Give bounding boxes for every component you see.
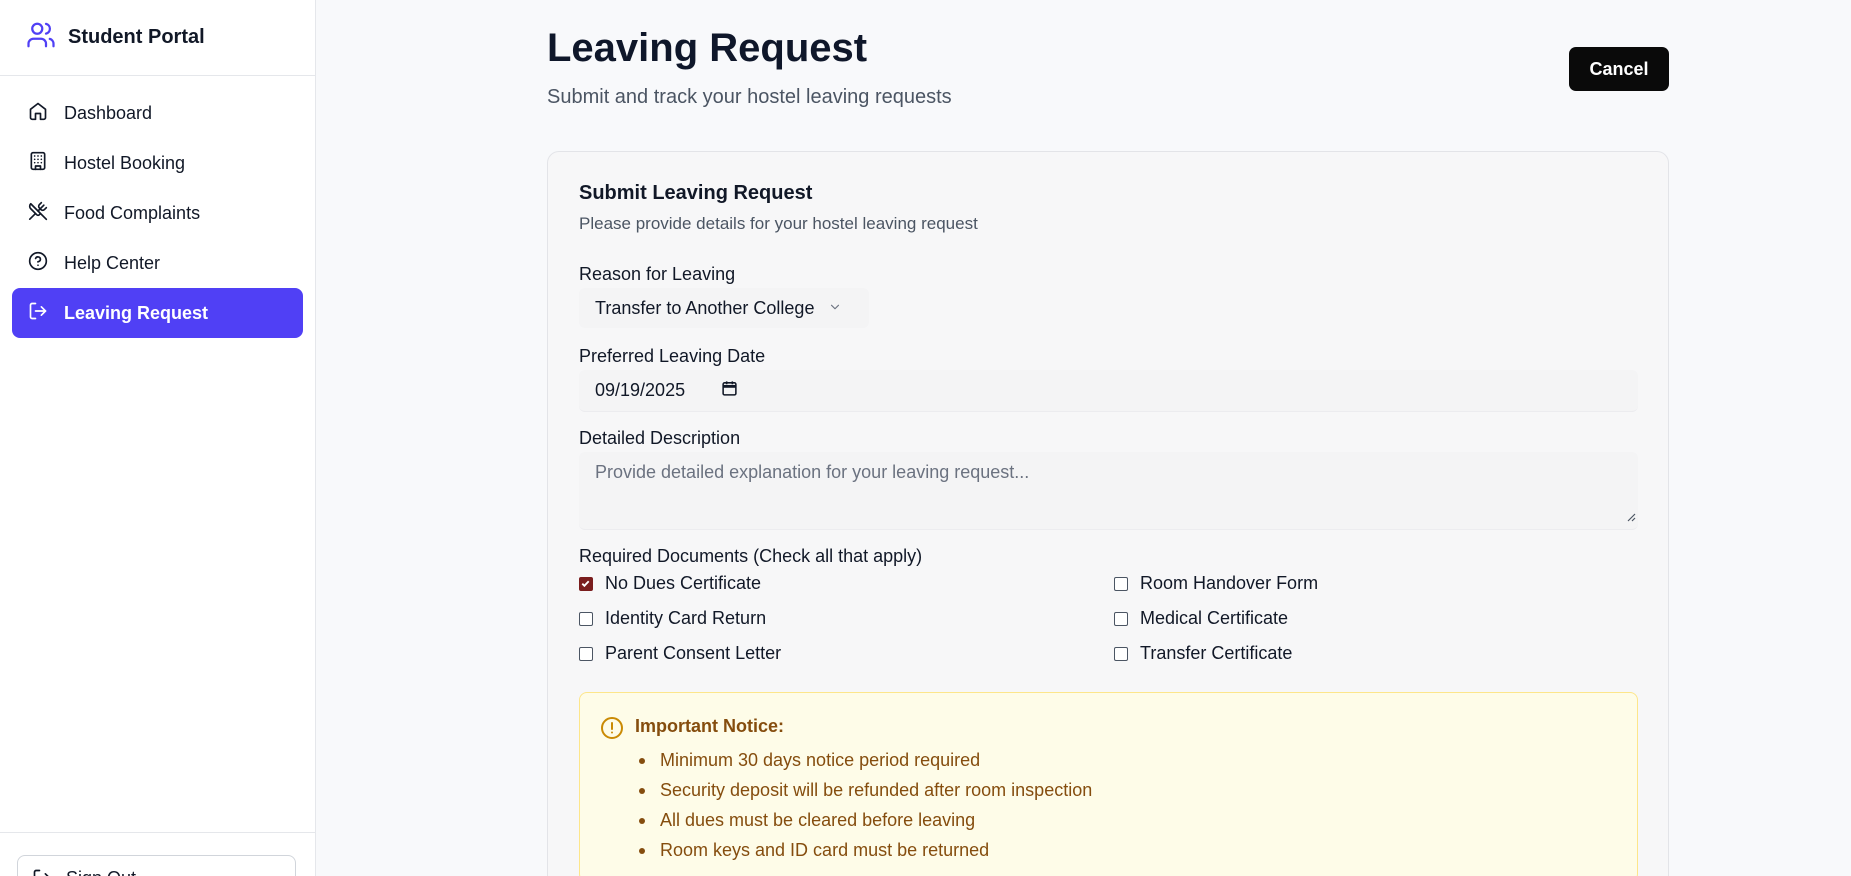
notice-item: All dues must be cleared before leaving: [635, 805, 1092, 835]
leaving-request-card: Submit Leaving Request Please provide de…: [547, 151, 1669, 876]
sidebar-item-leaving-request[interactable]: Leaving Request: [12, 288, 303, 338]
important-notice: Important Notice: Minimum 30 days notice…: [579, 692, 1638, 876]
sidebar-item-food-complaints[interactable]: Food Complaints: [12, 188, 303, 238]
sidebar-item-label: Dashboard: [64, 102, 153, 123]
card-title: Submit Leaving Request: [579, 182, 813, 204]
sign-out-button[interactable]: Sign Out: [17, 855, 296, 876]
home-icon: [28, 101, 48, 126]
notice-list: Minimum 30 days notice period required S…: [635, 745, 1092, 865]
sidebar-footer: Sign Out: [0, 832, 315, 876]
checkbox-checked[interactable]: [579, 576, 593, 591]
documents-label: Required Documents (Check all that apply…: [579, 546, 923, 566]
card-description: Please provide details for your hostel l…: [579, 214, 978, 233]
checkbox-label: No Dues Certificate: [605, 573, 762, 593]
checkbox-label: Identity Card Return: [605, 608, 767, 628]
notice-item: Minimum 30 days notice period required: [635, 745, 1092, 775]
description-textarea[interactable]: Provide detailed explanation for your le…: [579, 452, 1638, 530]
help-circle-icon: [28, 251, 48, 276]
document-checkbox-transfer[interactable]: Transfer Certificate: [1114, 643, 1292, 664]
log-out-icon: [28, 301, 48, 326]
sidebar-item-hostel-booking[interactable]: Hostel Booking: [12, 138, 303, 188]
reason-select-value: Transfer to Another College: [595, 297, 815, 318]
chevron-down-icon: [828, 298, 842, 319]
resize-grip-icon[interactable]: [1626, 506, 1636, 527]
sidebar-item-help-center[interactable]: Help Center: [12, 238, 303, 288]
document-checkbox-no-dues[interactable]: No Dues Certificate: [579, 573, 761, 594]
checkbox-label: Parent Consent Letter: [605, 643, 782, 663]
date-value: 09/19/2025: [595, 380, 686, 400]
sidebar-nav: Dashboard Hostel Booking Food Complaints…: [0, 76, 315, 350]
calendar-icon[interactable]: [721, 380, 738, 402]
description-label: Detailed Description: [579, 428, 741, 448]
notice-item: Room keys and ID card must be returned: [635, 835, 1092, 865]
date-label: Preferred Leaving Date: [579, 346, 766, 366]
brand: Student Portal: [0, 0, 315, 76]
sidebar-item-label: Food Complaints: [64, 202, 201, 223]
checkbox[interactable]: [1114, 611, 1128, 626]
checkbox-label: Transfer Certificate: [1140, 643, 1293, 663]
log-out-icon: [32, 868, 52, 876]
document-checkbox-parent-consent[interactable]: Parent Consent Letter: [579, 643, 781, 664]
sidebar-item-dashboard[interactable]: Dashboard: [12, 88, 303, 138]
document-checkbox-identity-card[interactable]: Identity Card Return: [579, 608, 766, 629]
document-checkbox-room-handover[interactable]: Room Handover Form: [1114, 573, 1318, 594]
checkbox[interactable]: [1114, 646, 1128, 661]
users-icon: [26, 20, 56, 55]
reason-label: Reason for Leaving: [579, 264, 736, 284]
notice-title: Important Notice:: [635, 716, 785, 736]
sidebar-item-label: Leaving Request: [64, 302, 209, 323]
building-icon: [28, 151, 48, 176]
page-subtitle: Submit and track your hostel leaving req…: [547, 86, 952, 108]
document-checkbox-medical[interactable]: Medical Certificate: [1114, 608, 1288, 629]
brand-title: Student Portal: [68, 26, 205, 48]
page-title: Leaving Request: [547, 26, 868, 70]
cancel-button[interactable]: Cancel: [1569, 47, 1669, 91]
checkbox-label: Medical Certificate: [1140, 608, 1289, 628]
notice-item: Security deposit will be refunded after …: [635, 775, 1092, 805]
sidebar: Student Portal Dashboard Hostel Booking …: [0, 0, 316, 876]
sidebar-item-label: Help Center: [64, 252, 161, 273]
sidebar-item-label: Hostel Booking: [64, 152, 186, 173]
checkbox[interactable]: [579, 611, 593, 626]
checkbox[interactable]: [579, 646, 593, 661]
utensils-crossed-icon: [28, 201, 48, 226]
description-placeholder: Provide detailed explanation for your le…: [595, 462, 1030, 482]
reason-select[interactable]: Transfer to Another College: [579, 288, 869, 328]
checkbox[interactable]: [1114, 576, 1128, 591]
alert-circle-icon: [600, 716, 624, 745]
checkbox-label: Room Handover Form: [1140, 573, 1319, 593]
leaving-date-input[interactable]: 09/19/2025: [579, 370, 1638, 412]
sign-out-label: Sign Out: [66, 868, 136, 876]
